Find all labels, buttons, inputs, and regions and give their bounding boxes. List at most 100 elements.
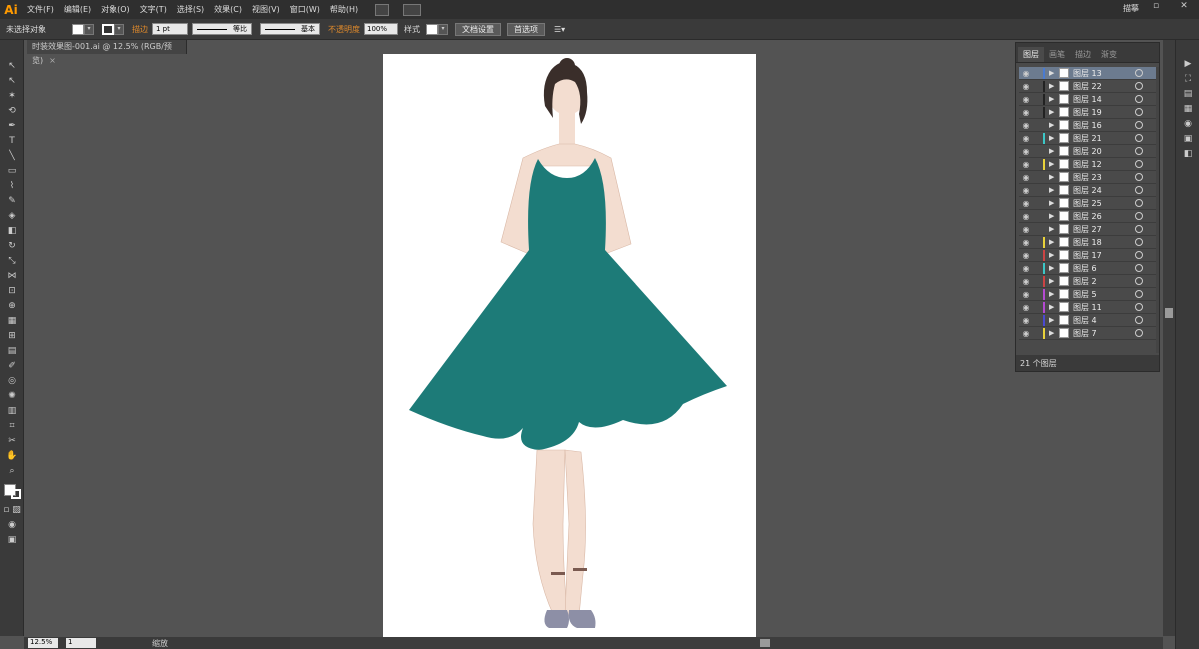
layer-name[interactable]: 图层 18: [1073, 237, 1135, 248]
scale-tool-icon[interactable]: ⤡: [0, 253, 24, 268]
expand-arrow-icon[interactable]: ▶: [1049, 264, 1057, 272]
expand-arrow-icon[interactable]: ▶: [1049, 199, 1057, 207]
eraser-tool-icon[interactable]: ◧: [0, 223, 24, 238]
tab-brushes[interactable]: 画笔: [1044, 47, 1070, 62]
visibility-eye-icon[interactable]: ◉: [1019, 290, 1033, 299]
layer-name[interactable]: 图层 11: [1073, 302, 1135, 313]
expand-arrow-icon[interactable]: ▶: [1049, 186, 1057, 194]
artboard-navigation[interactable]: 1: [66, 638, 96, 648]
target-circle-icon[interactable]: [1135, 212, 1143, 220]
line-tool-icon[interactable]: ╲: [0, 148, 24, 163]
expand-arrow-icon[interactable]: ▶: [1049, 160, 1057, 168]
layer-name[interactable]: 图层 17: [1073, 250, 1135, 261]
expand-arrow-icon[interactable]: ▶: [1049, 147, 1057, 155]
target-circle-icon[interactable]: [1135, 329, 1143, 337]
vertical-scrollbar[interactable]: [1163, 40, 1175, 636]
visibility-eye-icon[interactable]: ◉: [1019, 134, 1033, 143]
gradient-tool-icon[interactable]: ▤: [0, 343, 24, 358]
visibility-eye-icon[interactable]: ◉: [1019, 329, 1033, 338]
free-transform-tool-icon[interactable]: ⊡: [0, 283, 24, 298]
layer-row[interactable]: ◉ ▶ 图层 27: [1019, 223, 1157, 236]
visibility-eye-icon[interactable]: ◉: [1019, 277, 1033, 286]
target-circle-icon[interactable]: [1135, 264, 1143, 272]
stroke-dropdown[interactable]: ▾: [114, 23, 124, 35]
target-circle-icon[interactable]: [1135, 238, 1143, 246]
magic-wand-tool-icon[interactable]: ✶: [0, 88, 24, 103]
layer-name[interactable]: 图层 4: [1073, 315, 1135, 326]
visibility-eye-icon[interactable]: ◉: [1019, 108, 1033, 117]
expand-arrow-icon[interactable]: ▶: [1049, 277, 1057, 285]
layer-row[interactable]: ◉ ▶ 图层 21: [1019, 132, 1157, 145]
target-circle-icon[interactable]: [1135, 82, 1143, 90]
target-circle-icon[interactable]: [1135, 303, 1143, 311]
visibility-eye-icon[interactable]: ◉: [1019, 69, 1033, 78]
layer-name[interactable]: 图层 25: [1073, 198, 1135, 209]
visibility-eye-icon[interactable]: ◉: [1019, 95, 1033, 104]
rotate-tool-icon[interactable]: ↻: [0, 238, 24, 253]
menu-type[interactable]: 文字(T): [135, 4, 172, 15]
target-circle-icon[interactable]: [1135, 95, 1143, 103]
close-icon[interactable]: ✕: [1174, 1, 1194, 13]
opacity-label[interactable]: 不透明度: [328, 24, 360, 35]
preferences-button[interactable]: 首选项: [507, 22, 545, 36]
selection-tool-icon[interactable]: ↖: [0, 58, 24, 73]
layer-name[interactable]: 图层 20: [1073, 146, 1135, 157]
expand-arrow-icon[interactable]: ▶: [1049, 82, 1057, 90]
target-circle-icon[interactable]: [1135, 160, 1143, 168]
play-icon[interactable]: ▶: [1176, 56, 1199, 71]
stroke-swatch[interactable]: [102, 23, 114, 35]
target-circle-icon[interactable]: [1135, 147, 1143, 155]
fill-swatch[interactable]: [72, 23, 84, 35]
target-circle-icon[interactable]: [1135, 108, 1143, 116]
visibility-eye-icon[interactable]: ◉: [1019, 147, 1033, 156]
expand-arrow-icon[interactable]: ▶: [1049, 173, 1057, 181]
visibility-eye-icon[interactable]: ◉: [1019, 173, 1033, 182]
menu-file[interactable]: 文件(F): [22, 4, 59, 15]
layer-name[interactable]: 图层 7: [1073, 328, 1135, 339]
layer-row[interactable]: ◉ ▶ 图层 17: [1019, 249, 1157, 262]
symbols-icon[interactable]: ◧: [1176, 146, 1199, 161]
layer-row[interactable]: ◉ ▶ 图层 13: [1019, 67, 1157, 80]
target-circle-icon[interactable]: [1135, 121, 1143, 129]
pathfinder-icon[interactable]: ▦: [1176, 101, 1199, 116]
bridge-icon[interactable]: [375, 3, 390, 16]
expand-arrow-icon[interactable]: ▶: [1049, 290, 1057, 298]
menu-window[interactable]: 窗口(W): [285, 4, 325, 15]
layer-row[interactable]: ◉ ▶ 图层 4: [1019, 314, 1157, 327]
target-circle-icon[interactable]: [1135, 69, 1143, 77]
layer-row[interactable]: ◉ ▶ 图层 23: [1019, 171, 1157, 184]
visibility-eye-icon[interactable]: ◉: [1019, 186, 1033, 195]
visibility-eye-icon[interactable]: ◉: [1019, 251, 1033, 260]
layer-name[interactable]: 图层 22: [1073, 81, 1135, 92]
layer-name[interactable]: 图层 5: [1073, 289, 1135, 300]
tab-layers[interactable]: 图层: [1018, 47, 1044, 62]
arrange-icon[interactable]: ☰▾: [554, 25, 565, 34]
horizontal-scrollbar[interactable]: [290, 637, 1163, 649]
stroke-weight-input[interactable]: 1 pt: [152, 23, 188, 35]
layer-row[interactable]: ◉ ▶ 图层 6: [1019, 262, 1157, 275]
layer-name[interactable]: 图层 12: [1073, 159, 1135, 170]
layer-name[interactable]: 图层 13: [1073, 68, 1135, 79]
menu-object[interactable]: 对象(O): [96, 4, 135, 15]
layer-row[interactable]: ◉ ▶ 图层 19: [1019, 106, 1157, 119]
hand-tool-icon[interactable]: ✋: [0, 448, 24, 463]
visibility-eye-icon[interactable]: ◉: [1019, 225, 1033, 234]
expand-arrow-icon[interactable]: ▶: [1049, 225, 1057, 233]
layer-row[interactable]: ◉ ▶ 图层 22: [1019, 80, 1157, 93]
menu-select[interactable]: 选择(S): [172, 4, 209, 15]
target-circle-icon[interactable]: [1135, 316, 1143, 324]
lasso-tool-icon[interactable]: ⟲: [0, 103, 24, 118]
target-circle-icon[interactable]: [1135, 134, 1143, 142]
target-circle-icon[interactable]: [1135, 199, 1143, 207]
layer-name[interactable]: 图层 6: [1073, 263, 1135, 274]
visibility-eye-icon[interactable]: ◉: [1019, 238, 1033, 247]
visibility-eye-icon[interactable]: ◉: [1019, 160, 1033, 169]
minimize-icon[interactable]: —: [1119, 1, 1139, 13]
visibility-eye-icon[interactable]: ◉: [1019, 212, 1033, 221]
target-circle-icon[interactable]: [1135, 225, 1143, 233]
drawing-mode-icon[interactable]: ◉: [0, 517, 24, 532]
menu-edit[interactable]: 编辑(E): [59, 4, 96, 15]
layer-row[interactable]: ◉ ▶ 图层 25: [1019, 197, 1157, 210]
document-setup-button[interactable]: 文档设置: [455, 22, 501, 36]
rectangle-tool-icon[interactable]: ▭: [0, 163, 24, 178]
